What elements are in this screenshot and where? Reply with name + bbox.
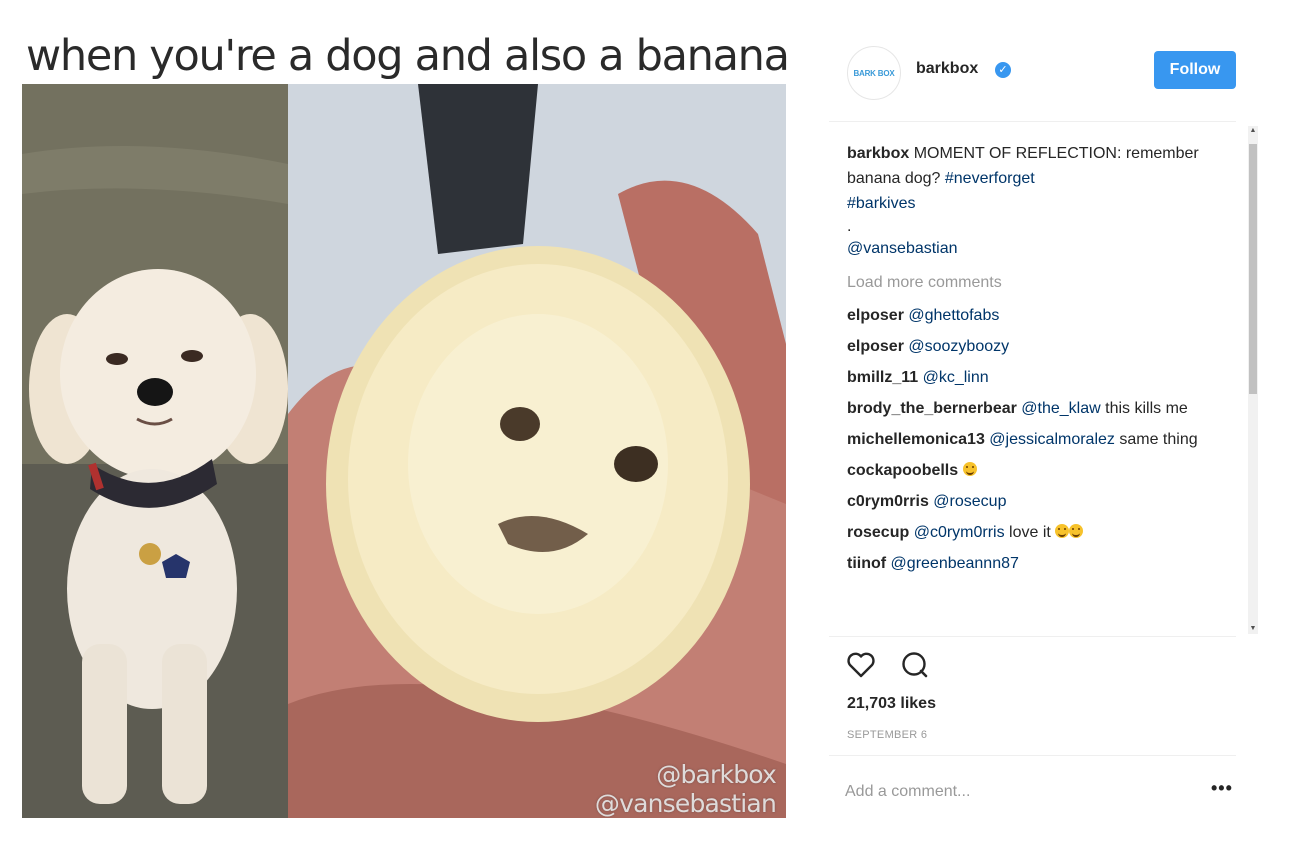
comment-item: c0rym0rris @rosecup [847,490,1219,513]
comment-mention[interactable]: @c0rym0rris [914,524,1005,541]
laughing-emoji-icon [1055,524,1070,538]
comment-mention[interactable]: @jessicalmoralez [989,431,1115,448]
hashtag-barkives[interactable]: #barkives [847,195,915,212]
caption-dot: . [847,218,852,235]
comment-text: same thing [1114,431,1198,448]
comments-content: barkbox MOMENT OF REFLECTION: remember b… [847,141,1219,575]
follow-button[interactable]: Follow [1154,51,1236,89]
scrollbar-thumb[interactable] [1249,144,1257,394]
comment-mention[interactable]: @rosecup [933,493,1006,510]
load-more-comments-button[interactable]: Load more comments [847,272,1219,294]
comment-username[interactable]: michellemonica13 [847,431,985,448]
scroll-down-arrow-icon[interactable]: ▼ [1249,624,1257,634]
comment-item: rosecup @c0rym0rris love it [847,521,1219,544]
comment-text: love it [1004,524,1051,541]
dog-illustration [22,84,288,818]
meme-caption: when you're a dog and also a banana [26,31,790,81]
image-watermark: @barkbox @vansebastian [594,760,777,818]
laughing-emoji-icon [1069,524,1084,538]
comment-item: elposer @soozyboozy [847,335,1219,358]
comment-username[interactable]: c0rym0rris [847,493,929,510]
post-actions: 21,703 likes SEPTEMBER 6 ••• [829,636,1236,826]
comment-mention[interactable]: @ghettofabs [908,307,999,324]
caption-mention[interactable]: @vansebastian [847,238,1219,260]
comment-username[interactable]: tiinof [847,555,886,572]
comment-username[interactable]: cockapoobells [847,462,958,479]
comment-mention[interactable]: @kc_linn [923,369,989,386]
comment-icon[interactable] [899,649,931,681]
watermark-barkbox: @barkbox [656,760,777,789]
comment-item: elposer @ghettofabs [847,304,1219,327]
comment-item: tiinof @greenbeannn87 [847,552,1219,575]
comment-item: brody_the_bernerbear @the_klaw this kill… [847,397,1219,420]
comment-text: this kills me [1100,400,1188,417]
post-image: when you're a dog and also a banana @bar… [0,0,800,850]
comment-item: michellemonica13 @jessicalmoralez same t… [847,428,1219,451]
heart-icon[interactable] [845,649,877,681]
comment-username[interactable]: rosecup [847,524,909,541]
avatar[interactable]: BARK BOX [847,46,901,100]
comment-username[interactable]: elposer [847,307,904,324]
banana-photo: @barkbox @vansebastian [288,84,786,818]
avatar-logo: BARK BOX [853,68,895,78]
comment-item: bmillz_11 @kc_linn [847,366,1219,389]
comment-username[interactable]: brody_the_bernerbear [847,400,1017,417]
verified-badge-icon: ✓ [995,62,1011,78]
comment-mention[interactable]: @soozyboozy [908,338,1009,355]
add-comment-row: ••• [829,755,1236,821]
comment-item: cockapoobells [847,459,1219,482]
post-header: BARK BOX barkbox ✓ Follow [829,40,1236,122]
username[interactable]: barkbox [916,60,978,78]
likes-count[interactable]: 21,703 likes [847,695,936,713]
smile-emoji-icon [962,462,977,476]
more-options-icon[interactable]: ••• [1211,778,1233,799]
comments-list[interactable]: barkbox MOMENT OF REFLECTION: remember b… [829,123,1259,635]
comment-mention[interactable]: @greenbeannn87 [891,555,1019,572]
comment-username[interactable]: bmillz_11 [847,369,918,386]
caption-username[interactable]: barkbox [847,145,909,162]
scroll-up-arrow-icon[interactable]: ▲ [1249,126,1257,136]
comment-username[interactable]: elposer [847,338,904,355]
comment-mention[interactable]: @the_klaw [1021,400,1100,417]
watermark-vansebastian: @vansebastian [594,789,777,818]
post-caption: barkbox MOMENT OF REFLECTION: remember b… [847,141,1219,216]
dog-photo [22,84,288,818]
banana-illustration [288,84,786,818]
post-date[interactable]: SEPTEMBER 6 [847,729,927,741]
post-side-panel: BARK BOX barkbox ✓ Follow barkbox MOMENT… [829,40,1259,830]
add-comment-input[interactable] [845,778,1175,806]
comments-scrollbar[interactable]: ▲ ▼ [1248,126,1258,634]
hashtag-neverforget[interactable]: #neverforget [945,170,1035,187]
